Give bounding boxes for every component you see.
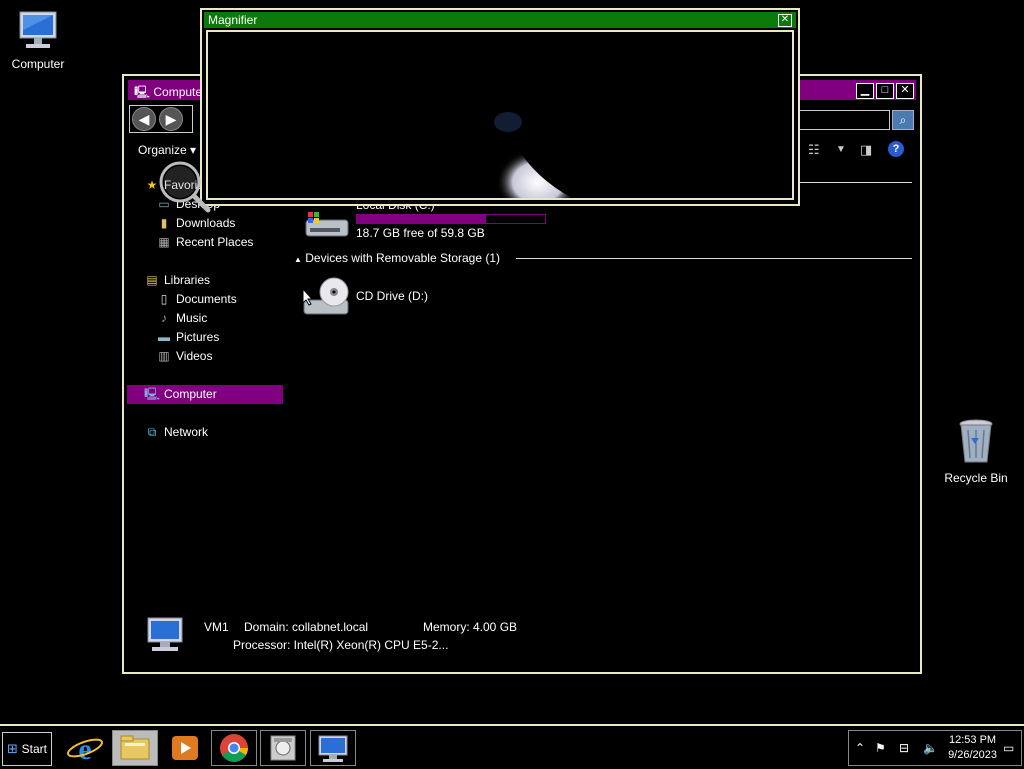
show-desktop-icon[interactable]: ▭ bbox=[1003, 741, 1014, 755]
pictures-icon: ▬ bbox=[158, 330, 170, 344]
magnifier-viewport bbox=[206, 30, 794, 200]
sidebar-item-computer[interactable]: 🖳 Computer bbox=[127, 385, 283, 404]
computer-processor: Processor: Intel(R) Xeon(R) CPU E5-2... bbox=[233, 638, 449, 652]
libraries-icon: ▤ bbox=[146, 273, 158, 287]
back-button[interactable]: ◀ bbox=[132, 107, 156, 131]
documents-icon: ▯ bbox=[160, 292, 168, 306]
sidebar-item-videos[interactable]: ▥ Videos bbox=[156, 347, 212, 366]
taskbar-file-explorer[interactable] bbox=[112, 730, 158, 766]
taskbar-media-player[interactable] bbox=[162, 730, 208, 766]
search-icon[interactable]: ⌕ bbox=[892, 110, 914, 130]
organize-label: Organize bbox=[138, 143, 187, 157]
computer-taskbar-icon bbox=[318, 735, 348, 762]
media-player-icon bbox=[172, 736, 198, 760]
taskbar-internet-explorer[interactable]: e bbox=[62, 730, 108, 766]
internet-explorer-icon: e bbox=[66, 733, 104, 766]
start-button[interactable]: ⊞ Start bbox=[2, 732, 52, 766]
music-icon: ♪ bbox=[161, 311, 167, 325]
minimize-button[interactable]: ▁ bbox=[856, 83, 874, 99]
system-tray: ⌃ ⚑ ⊟ 🔈 12:53 PM 9/26/2023 ▭ bbox=[848, 730, 1022, 766]
removable-storage-header[interactable]: ▲ Devices with Removable Storage (1) bbox=[294, 251, 500, 265]
sidebar-label-recent-places: Recent Places bbox=[176, 235, 254, 249]
sidebar-item-recent-places[interactable]: ▦ Recent Places bbox=[156, 233, 253, 252]
sidebar-item-music[interactable]: ♪ Music bbox=[156, 309, 207, 328]
svg-text:e: e bbox=[78, 733, 91, 766]
desktop-recycle-bin-label: Recycle Bin bbox=[944, 471, 1008, 485]
sidebar-label-music: Music bbox=[176, 311, 208, 325]
local-disk-usage-fill bbox=[357, 215, 487, 223]
volume-muted-icon[interactable]: 🔈 bbox=[923, 741, 938, 755]
start-label: Start bbox=[21, 742, 47, 756]
network-tray-icon[interactable]: ⊟ bbox=[899, 741, 909, 755]
windows-logo-icon: ⊞ bbox=[7, 741, 18, 756]
magnifier-title: Magnifier bbox=[208, 13, 258, 27]
computer-memory: Memory: 4.00 GB bbox=[423, 620, 518, 634]
taskbar-disk-utility[interactable] bbox=[260, 730, 306, 766]
network-icon: ⧉ bbox=[147, 425, 157, 439]
sidebar-label-network: Network bbox=[164, 425, 209, 439]
sidebar-label-computer: Computer bbox=[164, 387, 217, 401]
sidebar-item-pictures[interactable]: ▬ Pictures bbox=[156, 328, 219, 347]
explorer-title-text: Computer bbox=[153, 85, 207, 99]
local-disk-free-text: 18.7 GB free of 59.8 GB bbox=[356, 226, 485, 240]
sidebar-label-videos: Videos bbox=[176, 349, 213, 363]
taskbar-chrome[interactable] bbox=[211, 730, 257, 766]
downloads-folder-icon: ▮ bbox=[160, 216, 168, 230]
folder-icon bbox=[120, 735, 150, 760]
removable-storage-divider bbox=[516, 258, 912, 259]
maximize-button[interactable]: □ bbox=[876, 83, 894, 99]
computer-name: VM1 bbox=[204, 620, 229, 634]
sidebar-label-libraries: Libraries bbox=[164, 273, 211, 287]
desktop-recycle-bin-icon[interactable]: Recycle Bin bbox=[938, 418, 1014, 485]
magnified-cursor-image bbox=[494, 112, 573, 198]
clock[interactable]: 12:53 PM 9/26/2023 bbox=[948, 733, 997, 763]
computer-details-icon bbox=[147, 617, 183, 651]
mouse-cursor-icon bbox=[302, 288, 314, 306]
sidebar-label-downloads: Downloads bbox=[176, 216, 236, 230]
explorer-title: 🖳 Computer bbox=[134, 83, 206, 104]
removable-storage-header-text: Devices with Removable Storage (1) bbox=[305, 251, 501, 265]
search-input[interactable] bbox=[794, 110, 890, 130]
details-pane: VM1 Domain: collabnet.local Memory: 4.00… bbox=[128, 616, 916, 666]
sidebar-item-downloads[interactable]: ▮ Downloads bbox=[156, 214, 236, 233]
magnifier-titlebar[interactable]: Magnifier ✕ bbox=[204, 12, 796, 28]
recycle-bin-icon bbox=[959, 419, 993, 463]
forward-button[interactable]: ▶ bbox=[159, 107, 183, 131]
sidebar-label-pictures: Pictures bbox=[176, 330, 220, 344]
show-hidden-icons-icon[interactable]: ⌃ bbox=[855, 741, 865, 755]
monitor-icon bbox=[19, 11, 57, 48]
recent-places-icon: ▦ bbox=[158, 235, 170, 249]
chrome-icon bbox=[220, 734, 248, 762]
sidebar-item-documents[interactable]: ▯ Documents bbox=[156, 290, 237, 309]
help-icon[interactable]: ? bbox=[888, 141, 904, 157]
clock-time: 12:53 PM bbox=[948, 734, 997, 746]
desktop-computer-icon[interactable]: Computer bbox=[6, 8, 70, 71]
local-disk-usage-bar bbox=[356, 214, 546, 224]
taskbar: ⊞ Start e ⌃ ⚑ ⊟ 🔈 12:53 PM 9/26/2023 ▭ bbox=[0, 724, 1024, 768]
collapse-arrow-icon: ▲ bbox=[294, 255, 302, 264]
cd-drive-name: CD Drive (D:) bbox=[356, 289, 428, 303]
computer-nav-icon: 🖳 bbox=[144, 387, 161, 401]
sidebar-item-network[interactable]: ⧉ Network bbox=[144, 423, 208, 442]
sidebar-label-documents: Documents bbox=[176, 292, 237, 306]
action-center-flag-icon[interactable]: ⚑ bbox=[875, 741, 886, 755]
close-button[interactable]: ✕ bbox=[896, 83, 914, 99]
computer-domain: Domain: collabnet.local bbox=[244, 620, 369, 634]
clock-date: 9/26/2023 bbox=[948, 749, 997, 761]
sidebar-item-libraries[interactable]: ▤ Libraries bbox=[144, 271, 210, 290]
disk-utility-icon bbox=[270, 735, 296, 761]
desktop-computer-label: Computer bbox=[11, 57, 65, 71]
organize-button[interactable]: Organize ▾ bbox=[138, 143, 196, 157]
preview-pane-icon[interactable]: ◨ bbox=[860, 142, 872, 158]
computer-small-icon: 🖳 bbox=[134, 85, 151, 99]
hard-drive-icon bbox=[305, 212, 349, 237]
videos-icon: ▥ bbox=[158, 349, 170, 363]
view-dropdown-icon[interactable]: ▼ bbox=[836, 144, 846, 155]
magnifier-lens-icon[interactable] bbox=[154, 156, 214, 216]
taskbar-computer-window[interactable] bbox=[310, 730, 356, 766]
magnifier-window: Magnifier ✕ bbox=[200, 8, 800, 206]
magnifier-close-button[interactable]: ✕ bbox=[778, 14, 792, 27]
view-options-icon[interactable]: ☷ bbox=[808, 142, 820, 158]
